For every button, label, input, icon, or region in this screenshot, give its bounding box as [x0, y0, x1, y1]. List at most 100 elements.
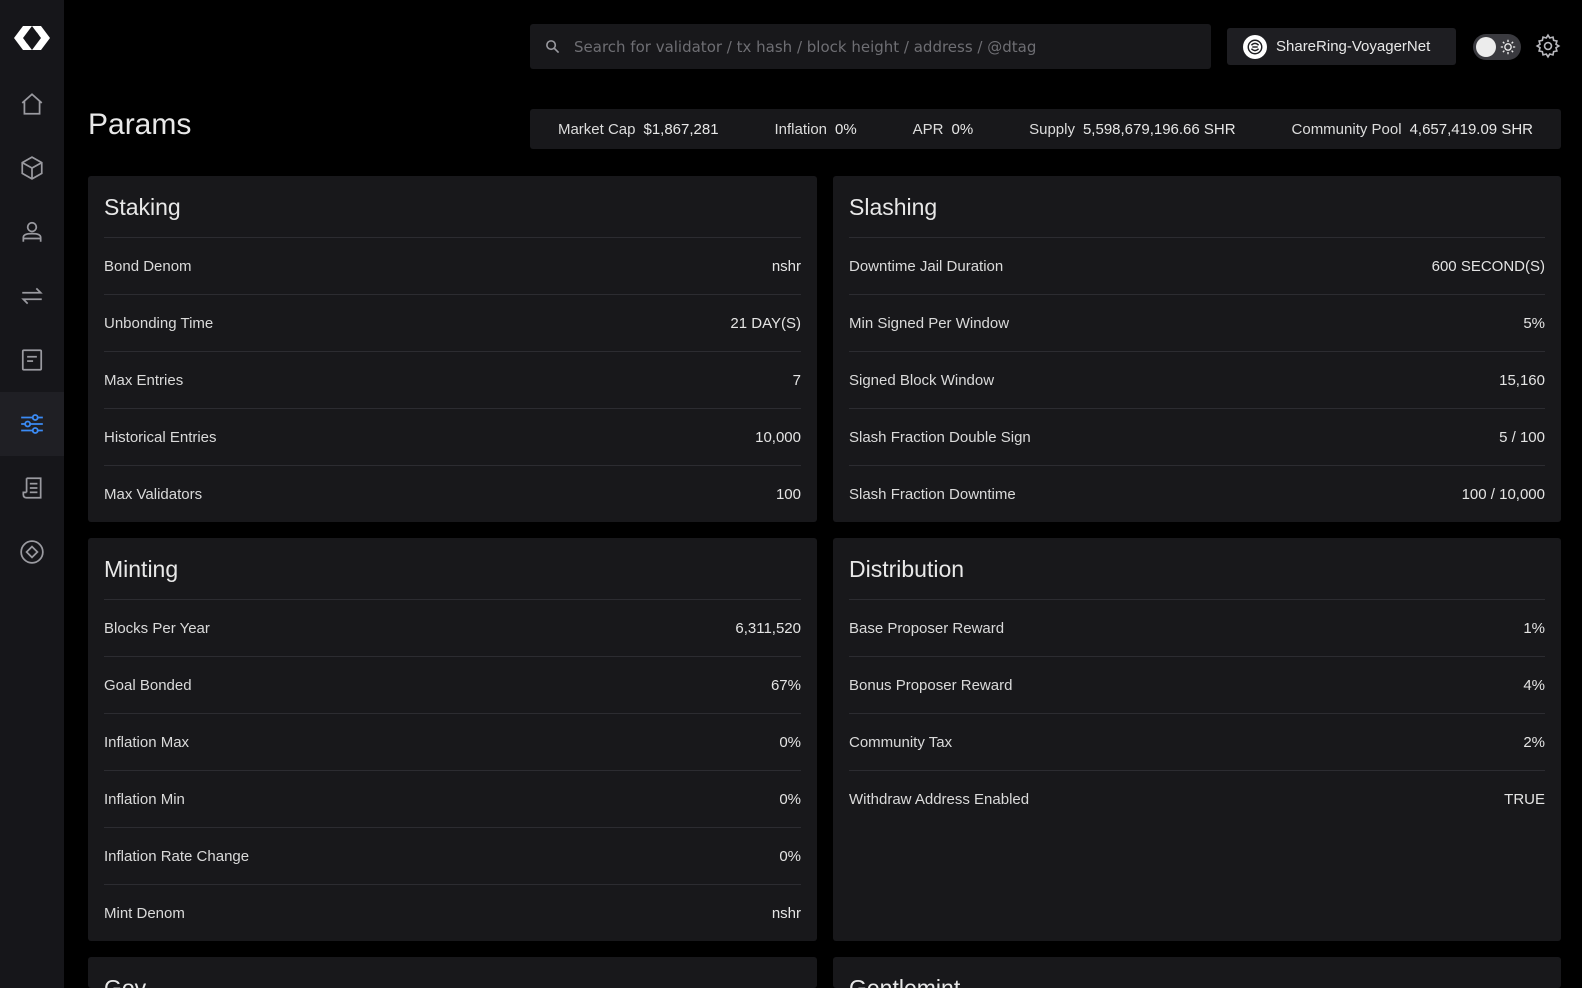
param-row: Community Tax 2% [849, 714, 1545, 771]
search-bar[interactable] [530, 24, 1211, 69]
app-logo[interactable] [0, 0, 64, 76]
network-label: ShareRing-VoyagerNet [1276, 38, 1431, 55]
param-label: Slash Fraction Double Sign [849, 428, 1031, 446]
param-value: 5 / 100 [1499, 428, 1545, 446]
param-row: Bonus Proposer Reward 4% [849, 657, 1545, 714]
stat-community-pool: Community Pool 4,657,419.09 SHR [1292, 121, 1533, 138]
nav-blocks[interactable] [0, 136, 64, 200]
param-value: 21 DAY(S) [730, 314, 801, 332]
param-value: 4% [1523, 676, 1545, 694]
card-title: Minting [104, 538, 801, 600]
nav-params[interactable] [0, 392, 64, 456]
shareledger-icon [20, 540, 44, 564]
param-value: 0% [779, 733, 801, 751]
param-row: Min Signed Per Window 5% [849, 295, 1545, 352]
stat-value: 0% [835, 120, 857, 138]
param-label: Signed Block Window [849, 371, 995, 389]
gentlemint-card: Gentlemint [833, 957, 1561, 988]
slashing-card: Slashing Downtime Jail Duration 600 SECON… [833, 176, 1561, 522]
home-icon [21, 93, 43, 115]
stat-label: Market Cap [557, 120, 636, 138]
param-value: 600 SECOND(S) [1431, 257, 1545, 275]
stats-bar: Market Cap $1,867,281 Inflation 0% APR 0% S… [530, 109, 1561, 149]
stat-supply: Supply 5,598,679,196.66 SHR [1029, 121, 1236, 138]
stat-value: 5,598,679,196.66 SHR [1082, 120, 1236, 138]
nav-shareledger[interactable] [0, 520, 64, 584]
stat-label: APR [912, 120, 944, 138]
stat-label: Community Pool [1291, 120, 1402, 138]
param-label: Max Entries [104, 371, 184, 389]
param-label: Withdraw Address Enabled [849, 791, 1030, 808]
search-input[interactable] [574, 37, 1211, 56]
param-label: Inflation Rate Change [104, 847, 250, 865]
stat-value: 4,657,419.09 SHR [1409, 120, 1533, 138]
param-row: Historical Entries 10,000 [104, 409, 801, 466]
nav-transactions[interactable] [0, 264, 64, 328]
card-title: Distribution [849, 538, 1545, 600]
param-row: Max Validators 100 [104, 466, 801, 522]
staking-card: Staking Bond Denom nshr Unbonding Time 21 … [88, 176, 817, 522]
param-value: 5% [1523, 314, 1545, 332]
param-row: Inflation Max 0% [104, 714, 801, 771]
card-title: Slashing [849, 176, 1545, 238]
param-row: Downtime Jail Duration 600 SECOND(S) [849, 238, 1545, 295]
params-icon [21, 414, 43, 434]
param-row: Bond Denom nshr [104, 238, 801, 295]
stat-inflation: Inflation 0% [774, 121, 856, 138]
distribution-card: Distribution Base Proposer Reward 1% Bonu… [833, 538, 1561, 941]
param-label: Historical Entries [104, 428, 217, 446]
param-value: 100 / 10,000 [1461, 486, 1545, 503]
validators-icon [22, 221, 42, 242]
stat-value: $1,867,281 [643, 120, 719, 138]
param-value: 6,311,520 [735, 619, 801, 637]
param-value: 7 [792, 371, 801, 389]
settings-button[interactable] [1535, 33, 1561, 63]
param-value: TRUE [1504, 791, 1545, 808]
stat-label: Supply [1029, 120, 1075, 138]
nav-home[interactable] [0, 72, 64, 136]
param-value: 10,000 [755, 428, 801, 446]
param-row: Withdraw Address Enabled TRUE [849, 771, 1545, 828]
param-row: Mint Denom nshr [104, 885, 801, 941]
stat-value: 0% [951, 120, 974, 138]
nav-validators[interactable] [0, 200, 64, 264]
minting-card: Minting Blocks Per Year 6,311,520 Goal Bo… [88, 538, 817, 941]
param-row: Inflation Min 0% [104, 771, 801, 828]
documents-icon [22, 477, 42, 499]
param-value: 2% [1523, 733, 1545, 751]
param-label: Unbonding Time [104, 314, 214, 332]
param-value: 1% [1523, 619, 1545, 637]
nav-proposals[interactable] [0, 328, 64, 392]
param-row: Goal Bonded 67% [104, 657, 801, 714]
network-logo-icon [1243, 34, 1267, 59]
param-row: Base Proposer Reward 1% [849, 600, 1545, 657]
param-value: nshr [771, 257, 801, 275]
param-row: Slash Fraction Downtime 100 / 10,000 [849, 466, 1545, 522]
card-title: Staking [104, 176, 801, 238]
sharering-logo-icon [14, 26, 50, 50]
param-value: 67% [770, 676, 801, 694]
param-row: Signed Block Window 15,160 [849, 352, 1545, 409]
param-value: nshr [771, 905, 801, 922]
param-row: Slash Fraction Double Sign 5 / 100 [849, 409, 1545, 466]
param-label: Slash Fraction Downtime [849, 486, 1016, 503]
nav-documents[interactable] [0, 456, 64, 520]
theme-toggle[interactable] [1473, 34, 1521, 60]
stat-label: Inflation [774, 120, 828, 138]
param-label: Goal Bonded [104, 676, 192, 694]
network-selector-button[interactable]: ShareRing-VoyagerNet [1227, 28, 1456, 65]
param-row: Unbonding Time 21 DAY(S) [104, 295, 801, 352]
param-label: Bond Denom [104, 257, 192, 275]
param-label: Inflation Max [104, 733, 190, 751]
param-row: Blocks Per Year 6,311,520 [104, 600, 801, 657]
param-label: Community Tax [849, 733, 953, 751]
stat-apr: APR 0% [913, 121, 974, 138]
param-label: Bonus Proposer Reward [849, 676, 1013, 694]
page-title: Params [88, 108, 192, 141]
param-value: 0% [779, 790, 801, 808]
card-title: Gentlemint [849, 957, 1545, 988]
blocks-icon [21, 156, 43, 180]
gov-card: Gov [88, 957, 817, 988]
param-label: Max Validators [104, 486, 203, 503]
param-value: 15,160 [1499, 371, 1545, 389]
